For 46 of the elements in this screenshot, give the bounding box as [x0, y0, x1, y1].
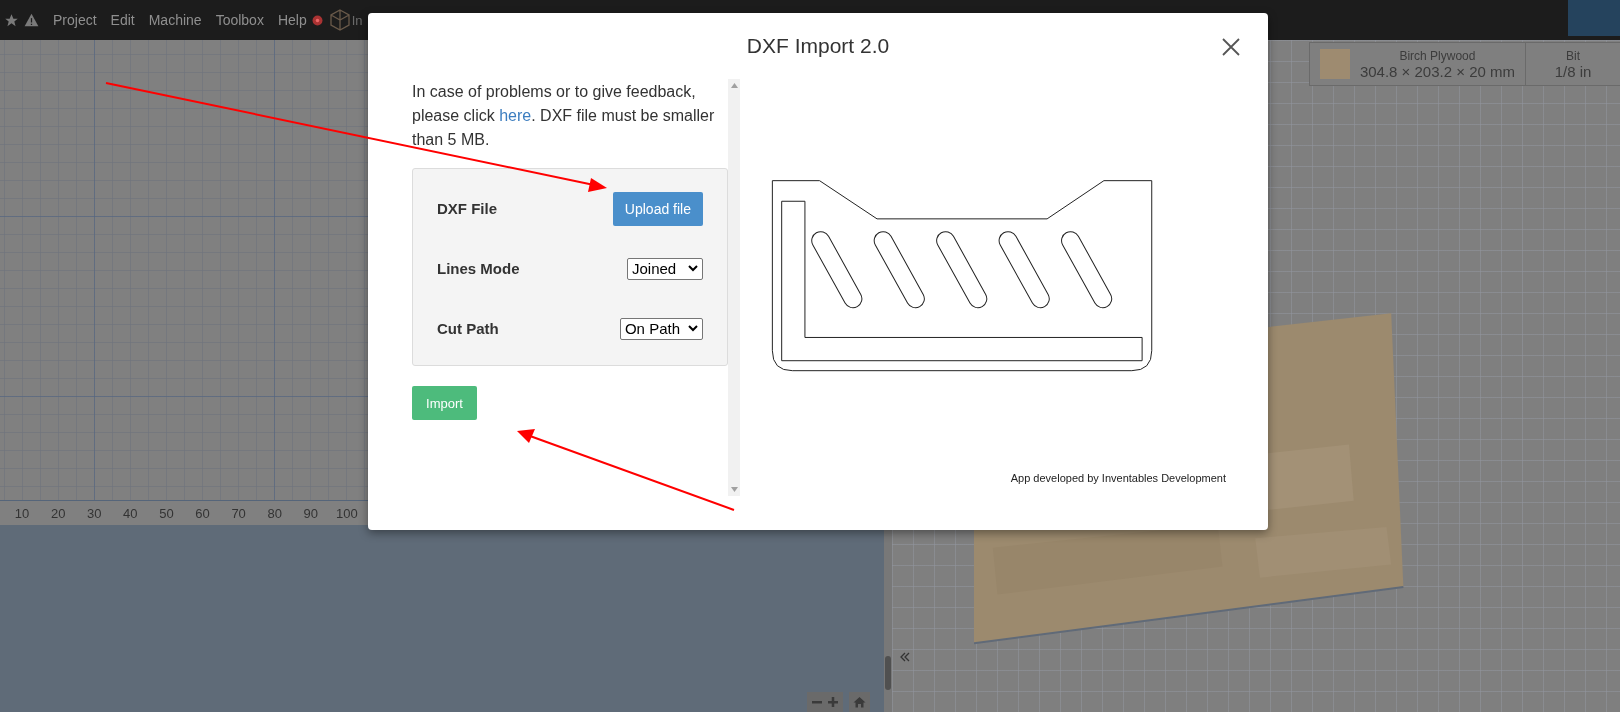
ruler-label: 50 — [158, 505, 175, 521]
home-button[interactable] — [849, 692, 870, 712]
ruler-label: 90 — [302, 505, 320, 521]
warning-icon[interactable] — [24, 13, 39, 27]
upload-button[interactable]: Upload file — [612, 191, 703, 226]
ruler-label: 30 — [86, 505, 103, 521]
menu-item[interactable]: Toolbox — [215, 12, 264, 28]
ruler-label: 20 — [49, 505, 67, 521]
dialog-title: DXF Import 2.0 — [746, 34, 890, 58]
ruler-label: 10 — [13, 505, 31, 521]
star-icon[interactable] — [4, 12, 19, 28]
ruler-label: 40 — [122, 505, 139, 521]
close-icon[interactable] — [1222, 38, 1240, 56]
logo-icon — [329, 9, 350, 31]
field-label: Lines Mode — [437, 260, 520, 277]
ruler-label: 100 — [335, 505, 359, 521]
menu-item[interactable]: Machine — [148, 12, 202, 28]
intro-text: In case of problems or to give feedback, please click here. DXF file must be smaller than 5 MB. — [412, 82, 716, 150]
ruler-label: 80 — [266, 505, 283, 521]
material-dimensions: 304.8 × 203.2 × 20 mm — [1359, 62, 1515, 80]
dropdown[interactable]: Joined — [627, 257, 703, 280]
logo-text: In — [351, 12, 363, 28]
field-label: Cut Path — [437, 320, 499, 337]
credit-text: App developed by Inventables Development — [1010, 472, 1226, 484]
material-name: Birch Plywood — [1399, 48, 1476, 63]
menu-item[interactable]: Edit — [110, 12, 135, 28]
ruler-label: 60 — [194, 505, 211, 521]
menu-item[interactable]: Help — [277, 12, 307, 28]
dropdown[interactable]: On Path — [619, 317, 703, 340]
ruler-label: 70 — [230, 505, 247, 521]
collapse-icon[interactable] — [900, 652, 910, 662]
scrollbar-thumb[interactable] — [885, 656, 891, 690]
bit-size: 1/8 in — [1554, 62, 1592, 80]
chevron-down-icon — [688, 265, 698, 272]
field-label: DXF File — [437, 200, 497, 217]
scrollbar[interactable] — [728, 79, 740, 496]
menu-item[interactable]: Project — [53, 12, 97, 28]
feedback-link[interactable]: here — [499, 107, 532, 124]
material-swatch — [1319, 49, 1350, 79]
chevron-down-icon — [688, 325, 698, 332]
home-icon — [853, 696, 866, 708]
material-panel[interactable]: Birch Plywood 304.8 × 203.2 × 20 mm Bit 1/8 in — [1308, 42, 1620, 86]
scroll-down-icon[interactable] — [730, 487, 738, 492]
bit-label: Bit — [1566, 48, 1580, 63]
zoom-in-icon[interactable] — [827, 696, 839, 708]
scroll-up-icon[interactable] — [730, 83, 738, 88]
